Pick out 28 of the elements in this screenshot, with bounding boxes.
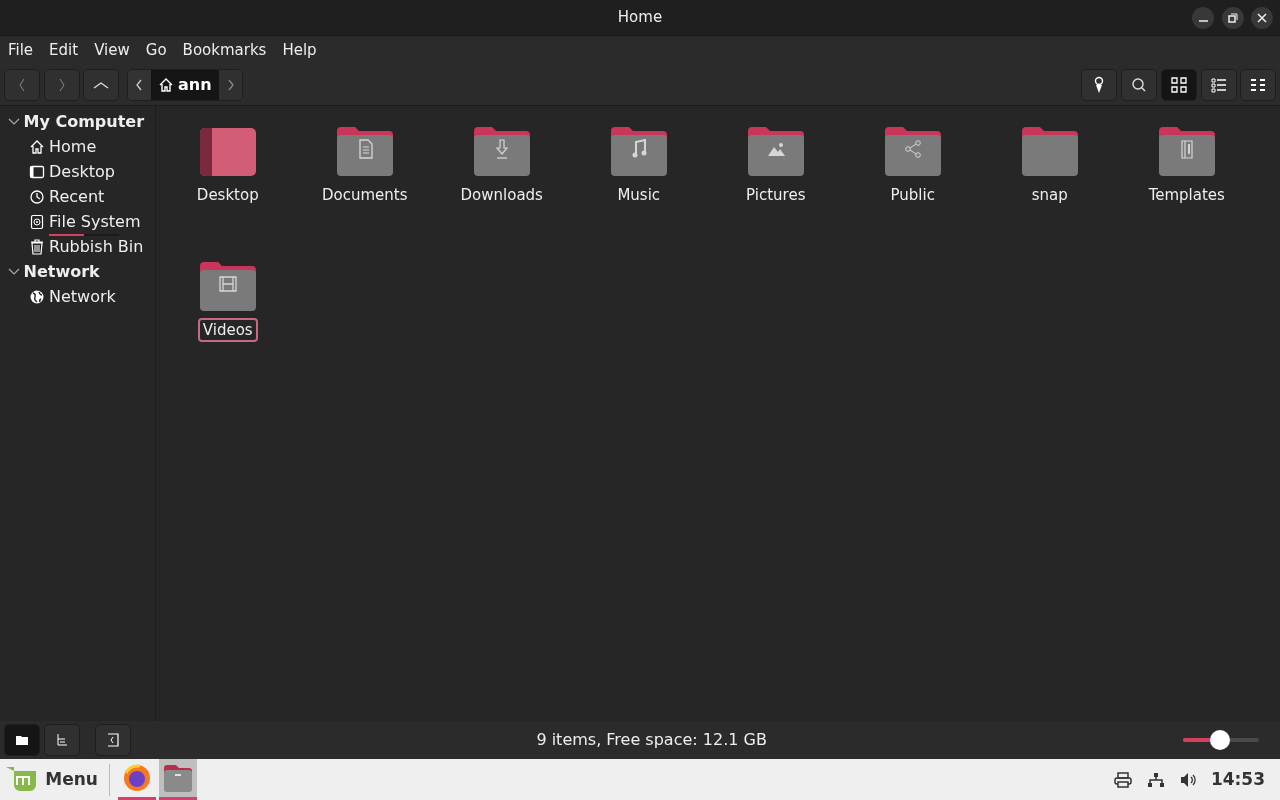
window-title: Home bbox=[617, 7, 663, 29]
status-text: 9 items, Free space: 12.1 GB bbox=[535, 729, 768, 751]
menu-item[interactable]: Help bbox=[274, 38, 325, 62]
sidebar-section-header[interactable]: Network bbox=[23, 260, 100, 285]
sidebar-item[interactable]: Desktop bbox=[49, 162, 115, 182]
sidebar-item[interactable]: Home bbox=[49, 137, 97, 157]
file-name[interactable]: Templates bbox=[1143, 183, 1230, 207]
sidebar-item[interactable]: File System bbox=[49, 212, 141, 232]
menu-item[interactable]: Edit bbox=[41, 38, 87, 62]
menu-item[interactable]: File bbox=[0, 38, 42, 62]
sidebar-item[interactable]: Network bbox=[49, 287, 116, 307]
sidebar-section-header[interactable]: My Computer bbox=[23, 110, 145, 135]
file-name[interactable]: Downloads bbox=[455, 183, 548, 207]
menu-item[interactable]: View bbox=[86, 38, 138, 62]
sidebar-item[interactable]: Recent bbox=[49, 187, 105, 207]
menu-button[interactable]: Menu bbox=[0, 759, 102, 800]
file-name[interactable]: Desktop bbox=[191, 183, 264, 207]
file-name[interactable]: Videos bbox=[197, 318, 258, 342]
menu-item[interactable]: Bookmarks bbox=[174, 38, 275, 62]
file-name[interactable]: snap bbox=[1026, 183, 1073, 207]
file-name[interactable]: Documents bbox=[317, 183, 413, 207]
clock[interactable]: 14:53 bbox=[1210, 766, 1265, 793]
file-name[interactable]: Music bbox=[612, 183, 666, 207]
breadcrumb-location[interactable]: ann bbox=[150, 69, 220, 100]
sidebar-item[interactable]: Rubbish Bin bbox=[49, 237, 144, 257]
file-name[interactable]: Pictures bbox=[741, 183, 811, 207]
file-name[interactable]: Public bbox=[885, 183, 940, 207]
menu-item[interactable]: Go bbox=[137, 38, 175, 62]
